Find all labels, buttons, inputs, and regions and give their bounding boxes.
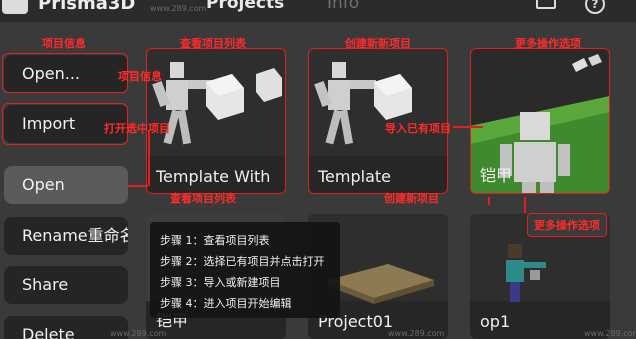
annotation-view-list-top: 查看项目列表 [180, 37, 246, 50]
step-2: 步骤 2：选择已有项目并点击打开 [160, 255, 325, 268]
project-label: Template With [156, 167, 271, 186]
store-icon[interactable] [536, 0, 556, 14]
watermark: www.289.com [584, 329, 636, 338]
connector-line [524, 197, 526, 213]
watermark: www.289.com [110, 329, 167, 338]
sidebar-item-rename[interactable]: Rename重命名 [4, 217, 128, 255]
project-thumbnail [308, 48, 448, 156]
annotation-create-new-top: 创建新新项目 [345, 37, 411, 50]
watermark: www.289.com [388, 329, 445, 338]
connector-line [453, 126, 483, 128]
annotation-open-selected: 打开选中项目 [104, 122, 170, 135]
project-label: 铠甲 [480, 166, 513, 185]
annotation-more-ops-top: 更多操作选项 [515, 37, 581, 50]
project-label: Template [318, 167, 392, 186]
tab-info[interactable]: Info [327, 0, 359, 13]
project-thumbnail [146, 48, 286, 156]
connector-line [488, 197, 490, 205]
step-4: 步骤 4：进入项目开始编辑 [160, 297, 292, 310]
project-label: op1 [480, 312, 511, 331]
step-3: 步骤 3：导入或新建项目 [160, 276, 281, 289]
sidebar-item-open-browse[interactable]: Open... [4, 55, 128, 93]
annotation-view-list-bottom: 查看项目列表 [170, 192, 236, 205]
app-logo [2, 0, 28, 14]
annotation-create-new-bottom: 创建新项目 [384, 192, 439, 205]
connector-line [128, 185, 148, 187]
app-title: Prisma3D [38, 0, 136, 14]
step-1: 步骤 1：查看项目列表 [160, 234, 270, 247]
steps-panel: 步骤 1：查看项目列表 步骤 2：选择已有项目并点击打开 步骤 3：导入或新建项… [150, 222, 340, 318]
annotation-open-info-side: 项目信息 [118, 70, 162, 83]
project-card-armor[interactable]: 铠甲 [470, 48, 610, 194]
annotation-more-ops-bottom: 更多操作选项 [527, 213, 607, 237]
connector-line [148, 130, 150, 186]
sidebar-item-share[interactable]: Share [4, 266, 128, 304]
annotation-open-info: 项目信息 [42, 37, 86, 50]
tab-projects[interactable]: Projects [206, 0, 284, 13]
sidebar-item-open[interactable]: Open [4, 166, 128, 204]
watermark: www.289.com [150, 4, 207, 13]
annotation-import-existing: 导入已有项目 [385, 122, 451, 135]
